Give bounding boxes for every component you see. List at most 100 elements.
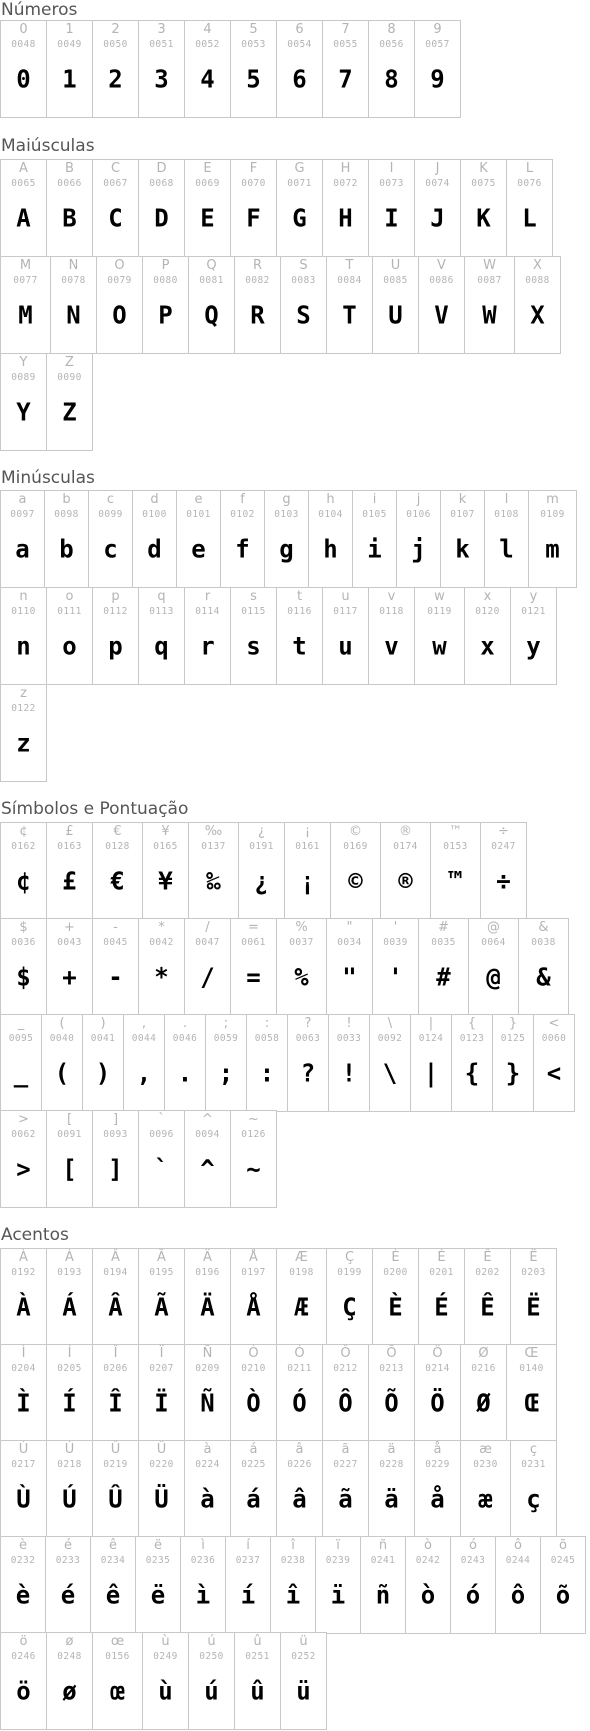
character-code: 0238 [280,1555,306,1566]
character-code: 0066 [57,178,82,189]
font-glyph-sample: œ [110,1676,125,1706]
font-glyph-sample: Ä [200,1292,215,1322]
glyph-cell: r 0114 r [184,587,231,685]
font-glyph-sample: > [16,1154,31,1184]
glyph-cell: N 0078 N [50,256,97,354]
glyph-cell: î 0238 î [270,1536,316,1634]
font-glyph-sample: æ [478,1484,493,1514]
font-glyph-sample: í [240,1580,256,1610]
character-label: Á [65,1250,74,1265]
font-glyph-sample: ñ [375,1580,391,1610]
character-code: 0069 [195,178,220,189]
character-code: 0250 [199,1651,224,1662]
glyph-cell: [0091 [ [46,1110,93,1208]
character-label: ü [299,1634,308,1649]
character-label: H [340,161,351,176]
glyph-cell: m 0109 m [528,490,577,588]
font-glyph-sample: Ç [342,1292,357,1322]
character-label: _ [17,1016,25,1031]
font-glyph-sample: Â [108,1292,123,1322]
font-glyph-sample: ì [195,1580,211,1610]
font-glyph-sample: ‰ [206,866,221,896]
character-code: 0059 [213,1033,239,1044]
glyph-cell: ã 0227 ã [322,1440,369,1538]
character-label: J [435,161,440,176]
font-glyph-sample: î [285,1580,301,1610]
font-glyph-sample: r [200,631,215,661]
glyph-cell: l 0108 l [484,490,529,588]
character-code: 0247 [491,841,516,852]
font-glyph-sample: a [15,534,30,564]
glyph-cell: C 0067 C [92,159,139,257]
font-glyph-sample: M [18,300,33,330]
character-code: 0083 [291,275,316,286]
font-glyph-sample: ù [158,1676,173,1706]
character-code: 0237 [235,1555,261,1566]
character-code: 0128 [105,841,130,852]
font-glyph-sample: u [338,631,353,661]
font-glyph-sample: Æ [294,1292,309,1322]
character-label: } [508,1016,518,1031]
font-glyph-sample: á [246,1484,261,1514]
character-label: Ú [64,1442,75,1457]
font-glyph-sample: i [367,534,382,564]
character-code: 0197 [241,1267,266,1278]
font-glyph-sample: v [384,631,399,661]
character-code: 0068 [149,178,174,189]
character-label: ç [529,1442,538,1457]
character-code: 0120 [475,606,500,617]
glyph-cell: œ 0156 œ [92,1632,143,1730]
character-label: D [156,161,167,176]
font-glyph-sample: 1 [62,64,77,94]
font-glyph-sample: L [522,203,537,233]
glyph-cell: ô 0244 ô [495,1536,541,1634]
glyph-cell: % 0037% [276,918,327,1016]
character-label: d [150,492,159,507]
character-label: c [106,492,115,507]
character-code: 0224 [195,1459,220,1470]
font-glyph-sample: 3 [154,64,169,94]
character-label: ™ [449,824,462,839]
glyph-cell: í 0237 í [225,1536,271,1634]
font-glyph-sample: ^ [200,1154,215,1184]
character-code: 0061 [241,937,266,948]
font-glyph-sample: \ [382,1058,398,1088]
character-code: 0098 [54,509,79,520]
font-glyph-sample: " [342,962,357,992]
glyph-cell: g 0103 g [264,490,309,588]
character-code: 0227 [333,1459,358,1470]
font-glyph-sample: ~ [246,1154,261,1184]
glyph-cell: Í 0205 Í [46,1344,93,1442]
character-label: F [249,161,258,176]
font-glyph-sample: ® [398,866,413,896]
glyph-cell: E 0069 E [184,159,231,257]
character-code: 0108 [494,509,519,520]
font-glyph-sample: l [499,534,514,564]
character-label: I [389,161,394,176]
font-glyph-sample: Ã [154,1292,169,1322]
font-glyph-sample: ç [526,1484,541,1514]
character-code: 0048 [11,39,36,50]
glyph-cell: ' 0039 ' [372,918,419,1016]
character-label: t [296,589,303,604]
character-label: Z [65,355,74,370]
font-glyph-sample: j [411,534,426,564]
character-label: T [345,258,354,273]
glyph-cell: Q 0081 Q [188,256,235,354]
character-label: á [249,1442,258,1457]
glyph-cell: e 0101 e [176,490,221,588]
font-glyph-sample: £ [62,866,77,896]
glyph-cell: 8 0056 8 [368,20,415,118]
font-glyph-sample: é [60,1580,76,1610]
glyph-cell: 5 0053 5 [230,20,277,118]
glyph-cell: Ú 0218 Ú [46,1440,93,1538]
character-code: 0093 [103,1129,128,1140]
character-label: 4 [203,22,212,37]
font-glyph-sample: k [455,534,470,564]
character-code: 0211 [287,1363,312,1374]
font-glyph-sample: ? [300,1058,316,1088]
character-label: j [416,492,421,507]
glyph-cell: * 0042 * [138,918,185,1016]
character-label: ^ [202,1112,213,1127]
character-label: ‰ [204,824,223,839]
